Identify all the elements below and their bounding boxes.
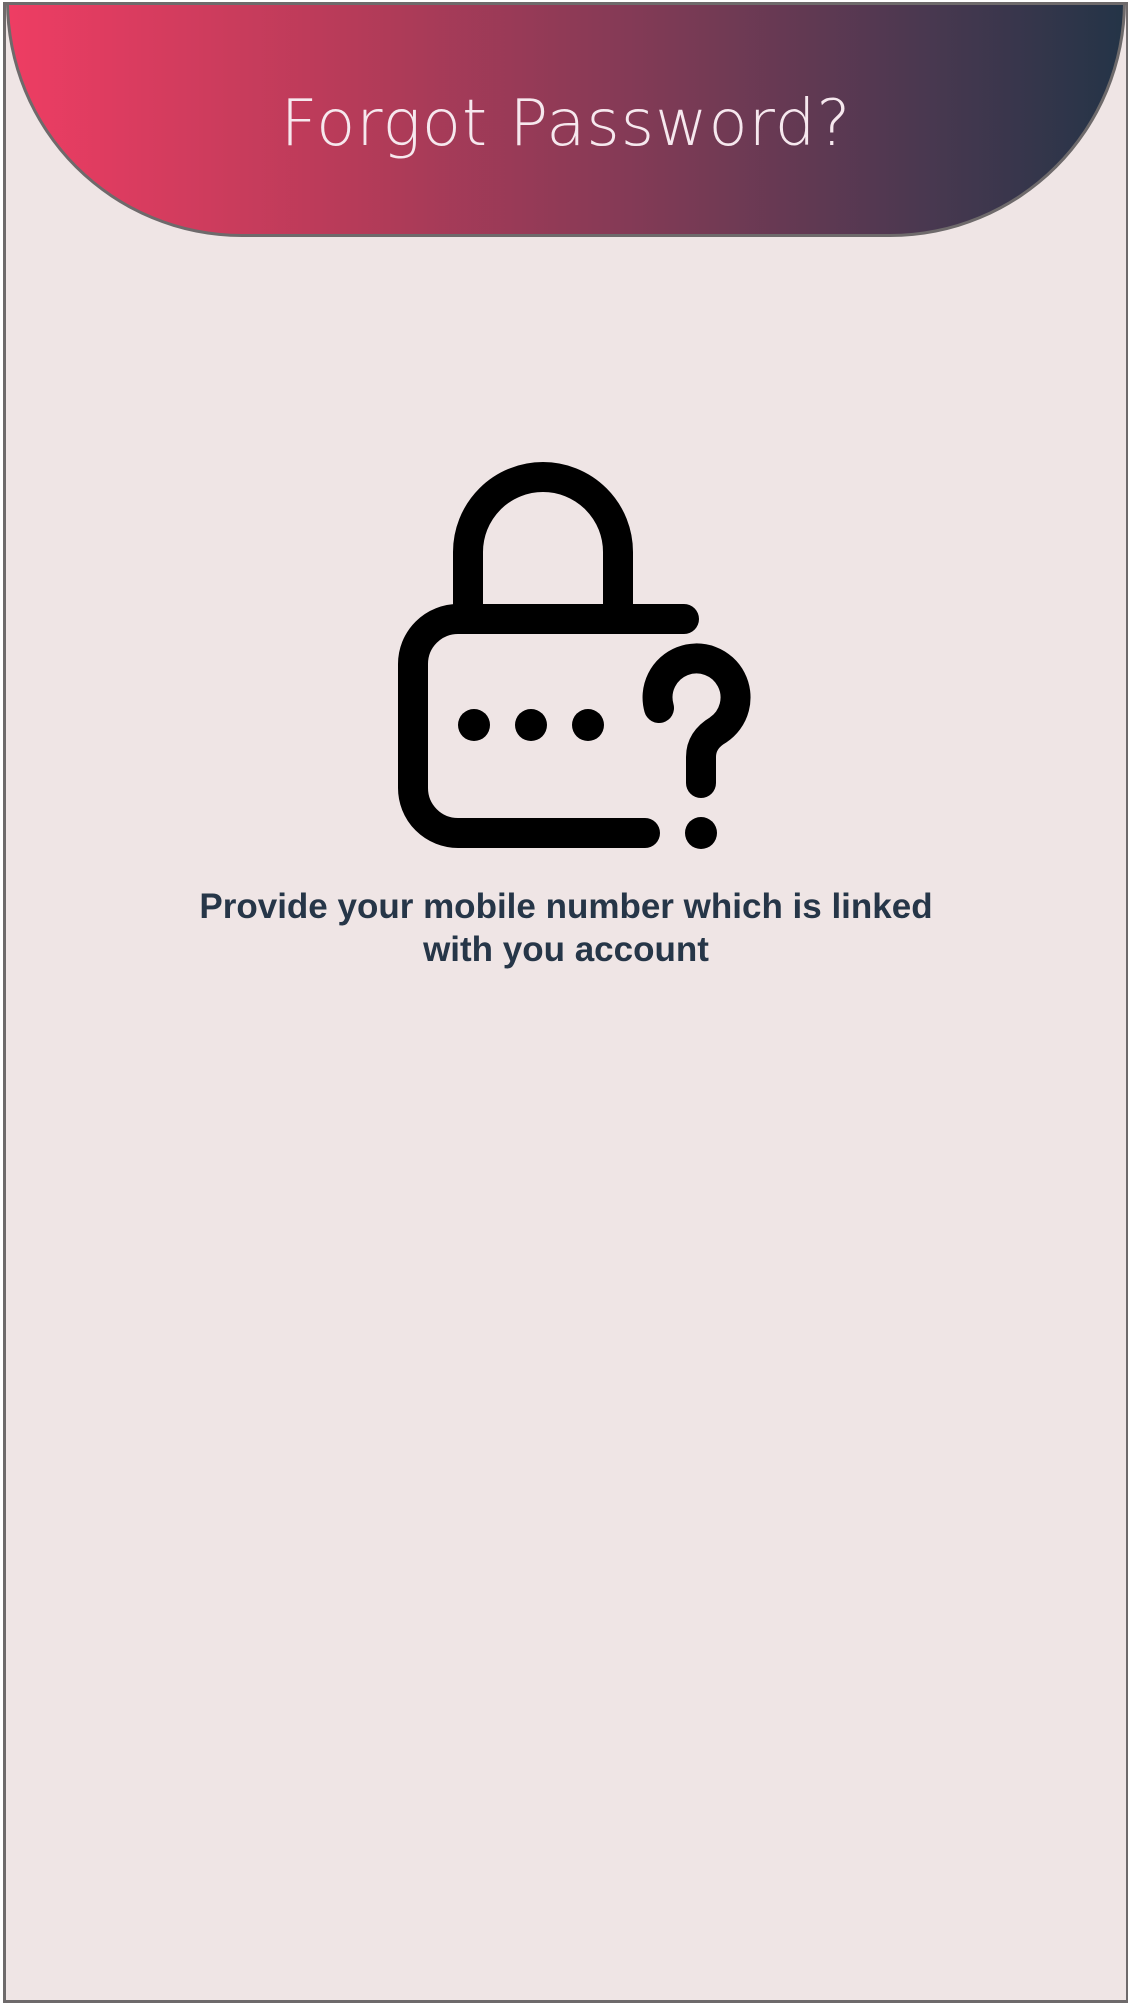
- page-title: Forgot Password?: [280, 86, 852, 161]
- screen-frame: Forgot Password? Provide your mobile num…: [3, 2, 1128, 2003]
- instruction-text: Provide your mobile number which is link…: [199, 887, 933, 969]
- header-banner: Forgot Password?: [6, 5, 1126, 237]
- lock-question-icon: [398, 462, 751, 849]
